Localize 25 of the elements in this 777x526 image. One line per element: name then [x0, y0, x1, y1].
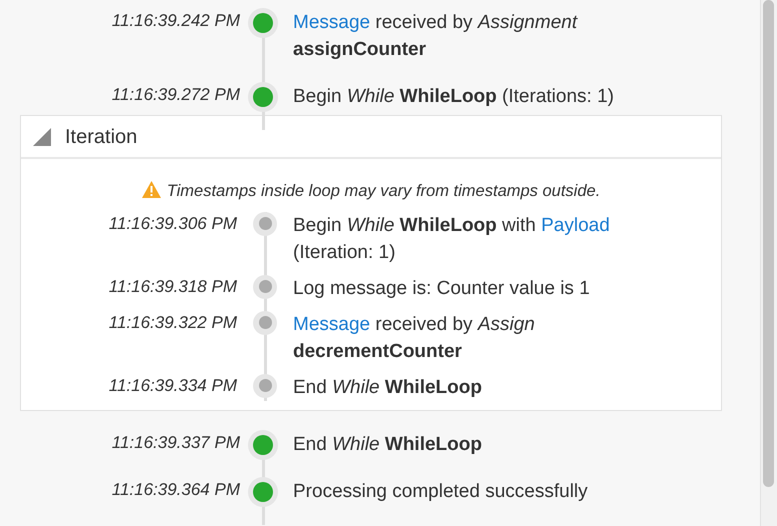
- timestamp: 11:16:39.337 PM: [110, 432, 240, 454]
- message-link[interactable]: Message: [293, 12, 370, 33]
- event-message: Processing completed successfully: [292, 480, 588, 504]
- timestamp: 11:16:39.242 PM: [110, 10, 240, 32]
- event-message: Message received by Assignment assignCounter: [292, 11, 579, 62]
- event-message: Message received by Assign decrementCounter: [293, 312, 536, 364]
- triangle-expanded-icon[interactable]: [33, 128, 51, 146]
- event-message: Begin While WhileLoop with Payload (Iteration: 1): [293, 214, 611, 265]
- panel-title[interactable]: Iteration: [65, 122, 138, 152]
- event-message: Begin While WhileLoop (Iterations: 1): [292, 85, 614, 109]
- event-message: End While WhileLoop: [292, 432, 482, 457]
- timestamp: 11:16:39.334 PM: [108, 374, 237, 397]
- timestamp: 11:16:39.364 PM: [110, 478, 240, 501]
- scrollbar[interactable]: [760, 0, 777, 526]
- message-link[interactable]: Message: [293, 314, 370, 335]
- event-message: Log message is: Counter value is 1: [293, 276, 590, 301]
- timestamp: 11:16:39.322 PM: [108, 312, 237, 334]
- timestamp: 11:16:39.306 PM: [108, 212, 237, 235]
- event-message: End While WhileLoop: [293, 376, 482, 400]
- timestamp: 11:16:39.272 PM: [110, 84, 240, 106]
- warning-icon: [142, 181, 161, 198]
- timestamp: 11:16:39.318 PM: [108, 276, 237, 298]
- scrollbar-thumb[interactable]: [763, 0, 774, 487]
- message-link[interactable]: Payload: [541, 214, 610, 236]
- loop-note: Timestamps inside loop may vary from timestamps outside.: [166, 182, 600, 200]
